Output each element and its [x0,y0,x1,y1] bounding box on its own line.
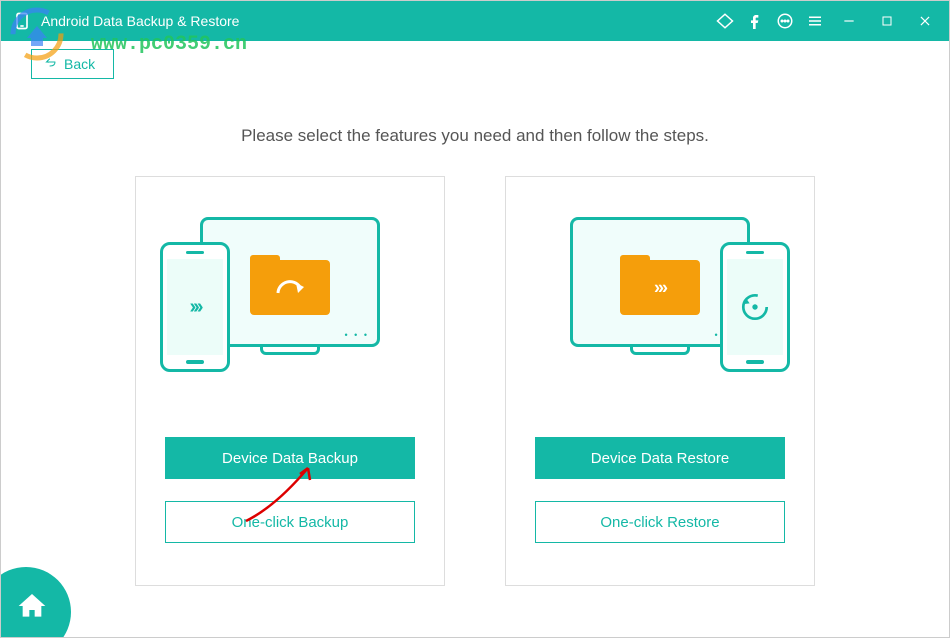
instruction-text: Please select the features you need and … [1,126,949,146]
backup-card: • • • ››› Device Data Backup One-click B… [135,176,445,586]
device-data-restore-button[interactable]: Device Data Restore [535,437,785,479]
maximize-button[interactable] [873,7,901,35]
app-logo-icon [11,10,33,32]
cards-container: • • • ››› Device Data Backup One-click B… [1,176,949,586]
minimize-button[interactable] [835,7,863,35]
home-icon [16,590,48,622]
close-button[interactable] [911,7,939,35]
window-title: Android Data Backup & Restore [41,13,715,29]
folder-icon: ››› [620,255,700,315]
backup-illustration: • • • ››› [160,207,420,407]
restore-illustration: ››› • • • [530,207,790,407]
device-data-backup-button[interactable]: Device Data Backup [165,437,415,479]
folder-icon [250,255,330,315]
one-click-restore-button[interactable]: One-click Restore [535,501,785,543]
titlebar-icons [715,7,939,35]
phone-icon [720,242,790,372]
menu-icon[interactable] [805,11,825,31]
wifi-icon[interactable] [715,11,735,31]
feedback-icon[interactable] [775,11,795,31]
back-button-label: Back [64,56,95,72]
chevron-right-icon: ››› [654,278,666,299]
titlebar: Android Data Backup & Restore [1,1,949,41]
restore-icon [737,289,773,325]
app-window: Android Data Backup & Restore [0,0,950,638]
back-arrow-icon [44,56,58,72]
one-click-backup-button[interactable]: One-click Backup [165,501,415,543]
facebook-icon[interactable] [745,11,765,31]
restore-card: ››› • • • Device Data Restore One-click … [505,176,815,586]
chevron-right-icon: ››› [190,296,201,319]
phone-icon: ››› [160,242,230,372]
back-button[interactable]: Back [31,49,114,79]
